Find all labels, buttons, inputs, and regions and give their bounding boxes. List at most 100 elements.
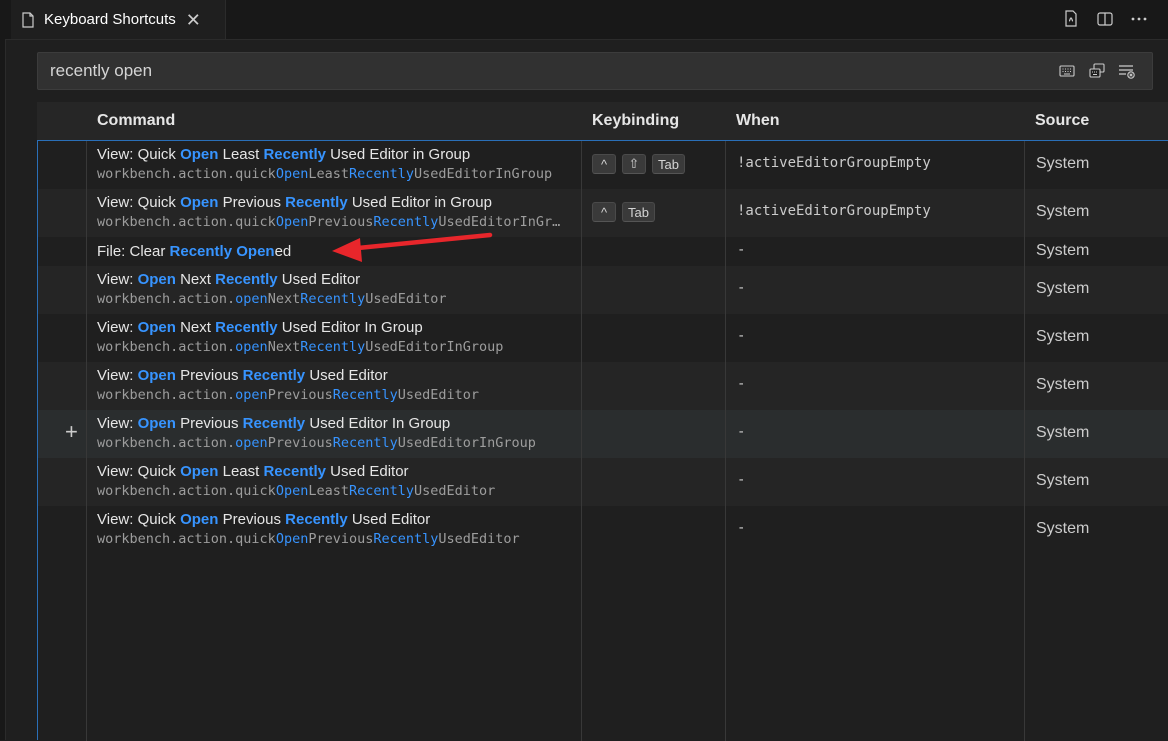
key-cap: Tab: [622, 202, 655, 222]
search-match: Open: [137, 271, 176, 288]
text-segment: workbench.action.: [97, 339, 236, 355]
text-segment: Previous: [308, 531, 374, 547]
command-cell: View: Open Previous Recently Used Editor…: [97, 414, 579, 454]
search-match: open: [235, 387, 268, 403]
table-row[interactable]: View: Quick Open Previous Recently Used …: [38, 189, 1168, 237]
more-actions-icon[interactable]: [1128, 8, 1150, 30]
text-segment: Used Editor in Group: [347, 194, 492, 211]
search-match: Open: [275, 166, 309, 182]
search-match: Open: [137, 367, 176, 384]
search-match: open: [235, 339, 268, 355]
text-segment: UsedEditorInGr…: [438, 214, 561, 230]
source-cell: System: [1036, 424, 1090, 441]
key-cap: ^: [592, 154, 616, 174]
search-match: Recently: [169, 243, 233, 260]
search-match: Recently: [332, 435, 398, 451]
command-id: workbench.action.openNextRecentlyUsedEdi…: [97, 337, 579, 358]
command-title: View: Open Previous Recently Used Editor: [97, 366, 579, 385]
keybindings-table: View: Quick Open Previous Recently Used …: [37, 140, 1168, 741]
key-cap: ⇧: [622, 154, 646, 174]
source-cell: System: [1036, 328, 1090, 345]
file-icon: [22, 11, 34, 28]
column-header-when[interactable]: When: [736, 112, 780, 130]
column-header-source[interactable]: Source: [1035, 112, 1089, 130]
text-segment: Previous: [218, 194, 286, 211]
search-match: Open: [275, 214, 309, 230]
command-cell: View: Quick Open Previous Recently Used …: [97, 193, 579, 233]
command-title: View: Open Next Recently Used Editor In …: [97, 318, 579, 337]
text-segment: workbench.action.quick: [97, 214, 276, 230]
text-segment: Next: [175, 271, 216, 288]
command-title: View: Quick Open Previous Recently Used …: [97, 193, 579, 212]
command-id: workbench.action.openPreviousRecentlyUse…: [97, 433, 579, 454]
column-header-keybinding[interactable]: Keybinding: [592, 112, 679, 130]
sort-by-precedence-icon[interactable]: [1088, 62, 1106, 80]
close-icon[interactable]: ✕: [186, 11, 201, 29]
text-segment: ed: [274, 243, 292, 260]
text-segment: UsedEditor: [414, 483, 496, 499]
open-json-icon[interactable]: [1060, 8, 1082, 30]
table-row[interactable]: File: Clear Recently Opened - System: [38, 237, 1168, 266]
search-match: Recently: [215, 319, 278, 336]
search-match: Recently: [373, 214, 439, 230]
text-segment: workbench.action.quick: [97, 531, 276, 547]
split-editor-icon[interactable]: [1094, 8, 1116, 30]
command-cell: View: Open Next Recently Used Editor work…: [97, 270, 579, 310]
search-match: Recently: [348, 483, 414, 499]
when-cell: -: [737, 376, 746, 392]
source-cell: System: [1036, 203, 1090, 220]
table-row[interactable]: View: Quick Open Least Recently Used Edi…: [38, 458, 1168, 506]
column-header-command[interactable]: Command: [97, 112, 175, 130]
text-segment: Least: [218, 146, 264, 163]
command-id: workbench.action.quickOpenPreviousRecent…: [97, 212, 579, 233]
table-row[interactable]: View: Open Next Recently Used Editor In …: [38, 314, 1168, 362]
text-segment: Least: [218, 463, 264, 480]
search-match: Recently: [242, 367, 306, 384]
when-cell: -: [737, 520, 746, 536]
search-match: Open: [180, 146, 219, 163]
text-segment: View: Quick: [97, 511, 181, 528]
source-cell: System: [1036, 520, 1090, 537]
when-cell: -: [737, 424, 746, 440]
search-match: Open: [180, 463, 219, 480]
search-match: open: [235, 435, 268, 451]
command-title: View: Open Next Recently Used Editor: [97, 270, 579, 289]
table-row[interactable]: View: Quick Open Previous Recently Used …: [38, 506, 1168, 554]
table-header: Command Keybinding When Source: [37, 102, 1168, 140]
text-segment: View: Quick: [97, 194, 181, 211]
search-match: Open: [275, 531, 309, 547]
text-segment: Least: [308, 483, 349, 499]
text-segment: Next: [175, 319, 216, 336]
table-row[interactable]: + View: Open Previous Recently Used Edito…: [38, 410, 1168, 458]
when-cell: !activeEditorGroupEmpty: [737, 155, 931, 171]
search-match: Open: [180, 511, 219, 528]
tab-keyboard-shortcuts[interactable]: Keyboard Shortcuts ✕: [11, 0, 226, 39]
text-segment: Least: [308, 166, 349, 182]
command-id: workbench.action.openPreviousRecentlyUse…: [97, 385, 579, 406]
search-input[interactable]: [38, 53, 1038, 89]
text-segment: Previous: [218, 511, 286, 528]
add-keybinding-icon[interactable]: +: [65, 421, 78, 443]
table-row[interactable]: View: Open Next Recently Used Editor work…: [38, 266, 1168, 314]
search-box: [37, 52, 1153, 90]
when-cell: -: [737, 472, 746, 488]
command-title: File: Clear Recently Opened: [97, 242, 291, 261]
key-cap: Tab: [652, 154, 685, 174]
table-row[interactable]: View: Open Previous Recently Used Editor…: [38, 362, 1168, 410]
text-segment: Previous: [175, 415, 243, 432]
when-cell: -: [737, 242, 746, 258]
search-match: Open: [180, 194, 219, 211]
text-segment: View:: [97, 271, 138, 288]
text-segment: File: Clear: [97, 243, 170, 260]
record-keys-icon[interactable]: [1058, 62, 1076, 80]
search-match: Open: [137, 319, 176, 336]
text-segment: Used Editor: [347, 511, 431, 528]
search-match: Recently: [285, 194, 348, 211]
source-cell: System: [1036, 472, 1090, 489]
command-cell: View: Open Previous Recently Used Editor…: [97, 366, 579, 406]
command-title: View: Open Previous Recently Used Editor…: [97, 414, 579, 433]
text-segment: UsedEditor: [365, 291, 447, 307]
search-match: Recently: [263, 463, 326, 480]
table-row[interactable]: View: Quick Open Least Recently Used Edi…: [38, 141, 1168, 189]
clear-filter-icon[interactable]: [1118, 62, 1136, 80]
